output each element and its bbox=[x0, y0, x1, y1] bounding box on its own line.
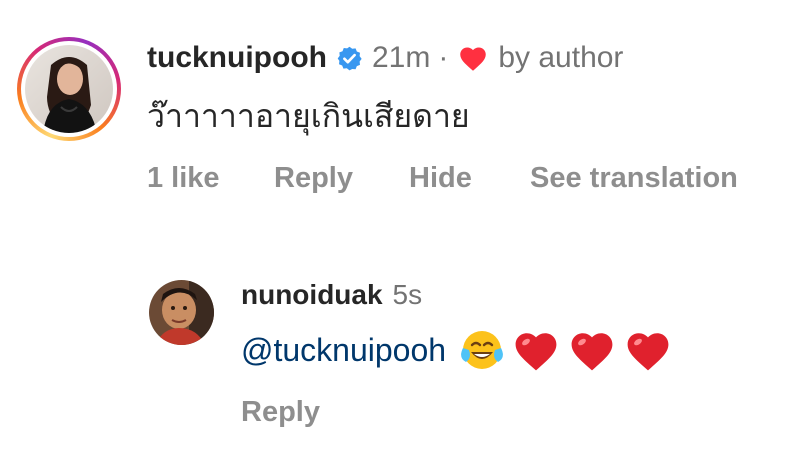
face-with-tears-of-joy-icon bbox=[460, 328, 504, 372]
heart-icon bbox=[458, 44, 488, 72]
red-heart-icon bbox=[624, 328, 672, 372]
red-heart-icon bbox=[512, 328, 560, 372]
reply-header: nunoiduak 5s bbox=[241, 278, 422, 312]
comment-actions: 1 like Reply Hide See translation bbox=[0, 162, 800, 202]
comment-time: 21m bbox=[371, 41, 431, 74]
reply-text: @tucknuipooh bbox=[241, 328, 672, 372]
see-translation-button[interactable]: See translation bbox=[530, 162, 738, 195]
separator-dot: · bbox=[438, 41, 449, 74]
reply-time: 5s bbox=[392, 279, 423, 310]
reply-avatar[interactable] bbox=[149, 280, 214, 345]
red-heart-icon bbox=[568, 328, 616, 372]
verified-badge-icon bbox=[336, 45, 363, 72]
avatar[interactable] bbox=[25, 45, 113, 133]
reply-comment: nunoiduak 5s @tucknuipooh Reply bbox=[0, 260, 800, 460]
reply-button[interactable]: Reply bbox=[241, 396, 320, 429]
comment-text: ว๊าาาาาอายุเกินเสียดาย bbox=[147, 98, 470, 134]
comment-header: tucknuipooh 21m · by author bbox=[147, 40, 623, 76]
likes-count[interactable]: 1 like bbox=[147, 162, 220, 195]
mention-link[interactable]: @tucknuipooh bbox=[241, 328, 446, 372]
reply-button[interactable]: Reply bbox=[274, 162, 353, 195]
reply-avatar-image bbox=[149, 280, 214, 345]
reply-actions: Reply bbox=[0, 396, 800, 436]
liked-by-author-label: by author bbox=[498, 41, 624, 74]
comment-username[interactable]: tucknuipooh bbox=[147, 41, 327, 75]
reply-username[interactable]: nunoiduak bbox=[241, 279, 383, 311]
avatar-image bbox=[25, 45, 113, 133]
comment: tucknuipooh 21m · by author ว๊าาาาาอายุเ… bbox=[0, 0, 800, 240]
hide-button[interactable]: Hide bbox=[409, 162, 472, 195]
